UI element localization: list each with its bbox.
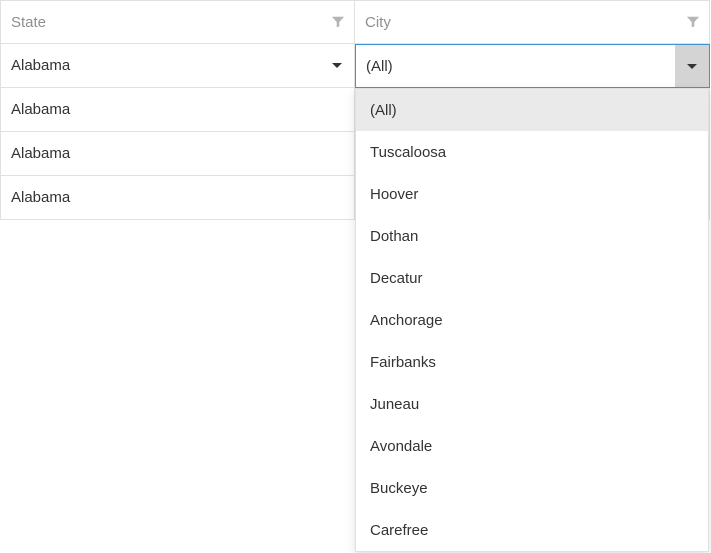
dropdown-item-label: (All): [370, 102, 397, 119]
dropdown-item-label: Tuscaloosa: [370, 144, 446, 161]
caret-down-icon: [687, 64, 697, 69]
filter-icon[interactable]: [330, 14, 346, 30]
dropdown-item[interactable]: Carefree: [356, 509, 708, 551]
filter-cell-city[interactable]: (All): [355, 44, 710, 88]
column-header-state[interactable]: State: [0, 0, 355, 44]
dropdown-item-label: Anchorage: [370, 312, 443, 329]
dropdown-item[interactable]: (All): [356, 89, 708, 131]
cell-value: Alabama: [11, 189, 70, 206]
filter-row: Alabama (All): [0, 44, 710, 88]
filter-value: Alabama: [11, 57, 70, 74]
dropdown-item-label: Hoover: [370, 186, 418, 203]
dropdown-item[interactable]: Buckeye: [356, 467, 708, 509]
dropdown-item-label: Juneau: [370, 396, 419, 413]
dropdown-item[interactable]: Juneau: [356, 383, 708, 425]
filter-cell-state[interactable]: Alabama: [0, 44, 355, 88]
dropdown-button-state[interactable]: [320, 44, 354, 87]
cell-state: Alabama: [0, 132, 355, 176]
dropdown-item-label: Dothan: [370, 228, 418, 245]
column-header-label: City: [365, 14, 391, 31]
dropdown-item-label: Avondale: [370, 438, 432, 455]
dropdown-item[interactable]: Dothan: [356, 215, 708, 257]
dropdown-item-label: Decatur: [370, 270, 423, 287]
dropdown-button-city[interactable]: [675, 45, 709, 87]
column-header-label: State: [11, 14, 46, 31]
city-dropdown-panel[interactable]: (All) Tuscaloosa Hoover Dothan Decatur Anchor…: [355, 88, 709, 552]
dropdown-item[interactable]: Anchorage: [356, 299, 708, 341]
dropdown-item-label: Buckeye: [370, 480, 428, 497]
dropdown-item[interactable]: Fairbanks: [356, 341, 708, 383]
dropdown-item-label: Fairbanks: [370, 354, 436, 371]
filter-icon[interactable]: [685, 14, 701, 30]
dropdown-item[interactable]: Tuscaloosa: [356, 131, 708, 173]
dropdown-item[interactable]: Decatur: [356, 257, 708, 299]
cell-state: Alabama: [0, 176, 355, 220]
dropdown-item-label: Carefree: [370, 522, 428, 539]
filter-value: (All): [366, 58, 393, 75]
dropdown-item[interactable]: Hoover: [356, 173, 708, 215]
cell-value: Alabama: [11, 145, 70, 162]
cell-value: Alabama: [11, 101, 70, 118]
cell-state: Alabama: [0, 88, 355, 132]
caret-down-icon: [332, 63, 342, 68]
header-row: State City: [0, 0, 710, 44]
column-header-city[interactable]: City: [355, 0, 710, 44]
dropdown-item[interactable]: Avondale: [356, 425, 708, 467]
